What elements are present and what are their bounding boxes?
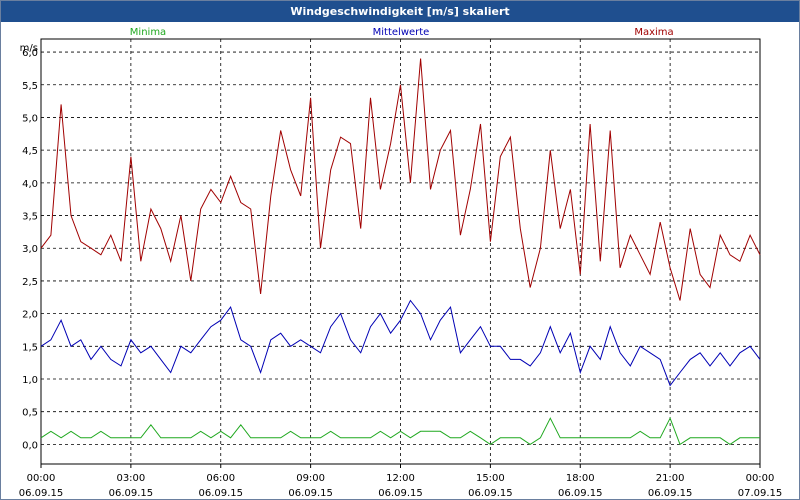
- x-tick-time: 09:00: [296, 473, 325, 484]
- x-tick-time: 00:00: [746, 473, 775, 484]
- x-tick-date: 06.09.15: [19, 488, 64, 499]
- x-tick-time: 12:00: [386, 473, 415, 484]
- x-tick-time: 21:00: [656, 473, 685, 484]
- x-tick-date: 06.09.15: [558, 488, 603, 499]
- x-tick-time: 15:00: [476, 473, 505, 484]
- legend-minima: Minima: [130, 27, 166, 38]
- y-tick-label: 5,0: [22, 113, 38, 124]
- y-tick-label: 4,5: [22, 146, 38, 157]
- x-tick-date: 06.09.15: [288, 488, 333, 499]
- y-tick-label: 1,5: [22, 342, 38, 353]
- y-tick-label: 2,0: [22, 310, 38, 321]
- x-tick-time: 00:00: [27, 473, 56, 484]
- y-tick-label: 4,0: [22, 179, 38, 190]
- x-tick-date: 06.09.15: [109, 488, 154, 499]
- legend-mittelwerte: Mittelwerte: [373, 27, 430, 38]
- legend-maxima: Maxima: [634, 27, 673, 38]
- y-tick-label: 2,5: [22, 277, 38, 288]
- x-tick-time: 03:00: [116, 473, 145, 484]
- chart-title: Windgeschwindigkeit [m/s] skaliert: [1, 1, 799, 22]
- y-tick-label: 0,0: [22, 440, 38, 451]
- x-tick-date: 06.09.15: [378, 488, 423, 499]
- y-tick-label: 1,0: [22, 375, 38, 386]
- y-tick-label: 3,5: [22, 212, 38, 223]
- y-axis-label: m/s: [20, 43, 38, 54]
- y-tick-label: 0,5: [22, 408, 38, 419]
- y-tick-label: 3,0: [22, 244, 38, 255]
- x-tick-date: 07.09.15: [738, 488, 783, 499]
- x-tick-time: 06:00: [206, 473, 235, 484]
- x-tick-date: 06.09.15: [648, 488, 693, 499]
- chart-plot: 6,05,55,04,54,03,53,02,52,01,51,00,50,0m…: [19, 27, 783, 499]
- x-tick-time: 18:00: [566, 473, 595, 484]
- chart-window: Windgeschwindigkeit [m/s] skaliert 6,0 5,…: [0, 0, 800, 500]
- x-tick-date: 06.09.15: [468, 488, 513, 499]
- y-tick-label: 5,5: [22, 81, 38, 92]
- x-tick-date: 06.09.15: [198, 488, 243, 499]
